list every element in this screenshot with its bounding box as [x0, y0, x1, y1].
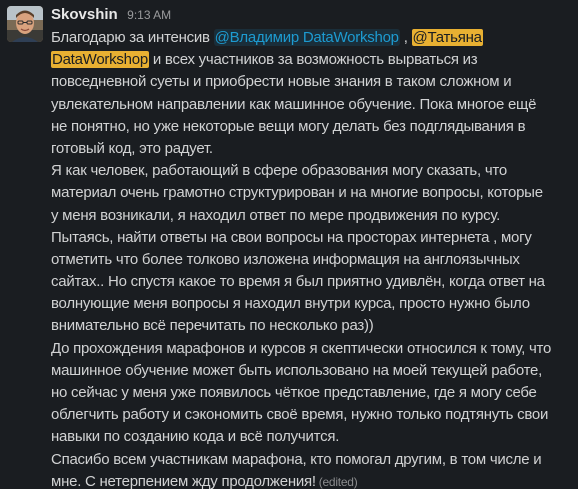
- avatar[interactable]: [7, 6, 43, 42]
- message-line: увлекательном направлении как машинное о…: [51, 95, 537, 113]
- message-line: Я как человек, работающий в сфере образо…: [51, 162, 507, 180]
- user-mention-highlighted[interactable]: DataWorkshop: [51, 51, 149, 69]
- message-line: у меня возникали, я находил ответ по мер…: [51, 206, 500, 224]
- message-timestamp[interactable]: 9:13 AM: [127, 8, 171, 22]
- message-line: DataWorkshop и всех участников за возмож…: [51, 49, 575, 71]
- message-line: Благодарю за интенсив @Владимир DataWork…: [51, 27, 575, 49]
- message-line: отметить что более толково изложена инфо…: [51, 250, 520, 268]
- message-text: Благодарю за интенсив: [51, 29, 214, 46]
- message-line: материал очень грамотно структурирован и…: [51, 184, 543, 202]
- message-line: Спасибо всем участникам марафона, кто по…: [51, 450, 542, 468]
- message-text: мне. С нетерпением жду продолжения!: [51, 472, 316, 489]
- message-line: сайтах.. Но спустя какое то время я был …: [51, 273, 545, 291]
- chat-message: Skovshin 9:13 AM Благодарю за интенсив @…: [0, 0, 578, 489]
- avatar-photo-icon: [7, 6, 43, 42]
- message-header: Skovshin 9:13 AM: [51, 6, 171, 26]
- message-line: внимательно всё перечитать по несколько …: [51, 317, 374, 335]
- message-line: машинное обучение может быть использован…: [51, 361, 543, 379]
- edited-label: (edited): [318, 474, 358, 489]
- message-text: и всех участников за возможность вырвать…: [148, 51, 478, 69]
- user-mention-highlighted[interactable]: @Татьяна: [411, 29, 483, 46]
- message-line: облегчить работу и сэкономить своё время…: [51, 406, 549, 424]
- message-line: мне. С нетерпением жду продолжения! (edit…: [51, 471, 575, 489]
- message-line: волнующие меня вопросы я находил внутри …: [51, 295, 530, 313]
- message-line: не понятно, но уже некоторые вещи могу д…: [51, 117, 526, 135]
- message-line: повседневной суеты и приобрести новые зн…: [51, 73, 512, 91]
- message-line: До прохождения марафонов и курсов я скеп…: [51, 339, 552, 357]
- message-line: навыки по созданию кода и всё получится.: [51, 428, 340, 446]
- message-text: ,: [399, 29, 412, 46]
- message-line: Пытаясь, найти ответы на свои вопросы на…: [51, 228, 532, 246]
- message-line: готовый код, это радует.: [51, 139, 213, 157]
- message-line: но сейчас у меня уже появилось чёткое пр…: [51, 384, 537, 401]
- user-mention[interactable]: @Владимир DataWorkshop: [213, 29, 400, 46]
- sender-name[interactable]: Skovshin: [51, 6, 118, 23]
- message-body: Благодарю за интенсив @Владимир DataWork…: [51, 27, 575, 489]
